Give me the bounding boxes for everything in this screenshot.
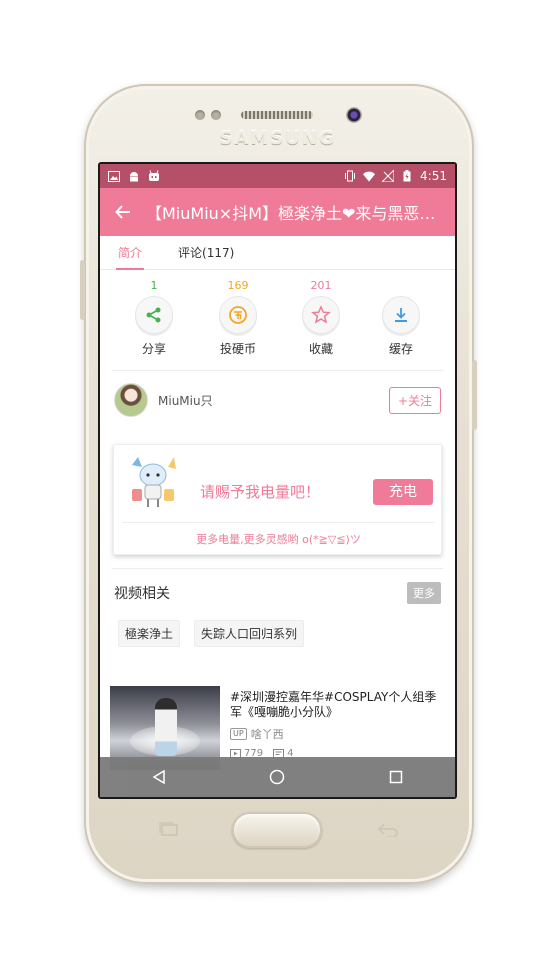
tab-comments[interactable]: 评论(117) <box>160 236 252 270</box>
charge-subtext: 更多电量,更多灵感哟 o(*≧▽≦)ツ <box>196 533 361 546</box>
battery-charging-icon <box>401 170 413 182</box>
coin-button[interactable]: 169 投硬币 <box>208 278 268 357</box>
back-arrow-icon <box>115 205 130 219</box>
share-count: 1 <box>150 279 158 292</box>
related-title: 视频相关 <box>114 586 170 602</box>
divider <box>112 370 443 371</box>
nav-back-button[interactable] <box>139 757 179 797</box>
mascot-icon <box>132 457 176 507</box>
recents-key-icon <box>159 822 178 836</box>
phone-screen: 4:51 【MiuMiu×抖M】極楽浄土❤来与黑恶势力跳舞吧 简介 评论(117… <box>98 162 457 799</box>
image-notification-icon <box>108 170 120 182</box>
follow-button[interactable]: +关注 <box>388 386 441 414</box>
coin-icon <box>229 306 247 324</box>
back-key-icon <box>377 823 398 837</box>
coin-count: 169 <box>227 279 249 292</box>
favorite-button[interactable]: 201 收藏 <box>291 278 351 357</box>
bilibili-notification-icon <box>148 170 160 182</box>
wifi-icon <box>363 170 376 182</box>
tab-intro[interactable]: 简介 <box>100 236 160 270</box>
status-time: 4:51 <box>420 169 447 183</box>
app-screen: 4:51 【MiuMiu×抖M】極楽浄土❤来与黑恶势力跳舞吧 简介 评论(117… <box>100 164 455 797</box>
volume-key <box>80 260 85 320</box>
tag-item[interactable]: 極楽浄土 <box>118 620 181 647</box>
sensor-dot <box>195 110 205 120</box>
download-count <box>371 278 431 294</box>
triangle-back-icon <box>152 770 165 784</box>
tab-bar: 简介 评论(117) <box>100 236 455 270</box>
favorite-label: 收藏 <box>308 342 333 356</box>
back-key[interactable] <box>376 820 402 838</box>
favorite-count: 201 <box>310 279 332 292</box>
more-button[interactable]: 更多 <box>407 582 441 604</box>
uploader-row: MiuMiu只 +关注 <box>100 378 455 422</box>
share-button[interactable]: 1 分享 <box>124 278 184 357</box>
video-title[interactable]: #深圳漫控嘉年华#COSPLAY个人组季军《嘎嘣脆小分队》 <box>230 690 448 720</box>
power-key <box>472 360 477 430</box>
no-signal-icon <box>382 170 395 182</box>
app-bar: 【MiuMiu×抖M】極楽浄土❤来与黑恶势力跳舞吧 <box>100 188 455 236</box>
sensor-dot <box>211 110 221 120</box>
charge-prompt: 请赐予我电量吧！ <box>200 483 321 501</box>
back-button[interactable] <box>100 188 146 236</box>
android-notification-icon <box>128 170 140 182</box>
related-header: 视频相关 更多 <box>100 580 455 606</box>
video-uploader-name: 啥丫西 <box>250 728 284 741</box>
video-uploader: UP 啥丫西 <box>230 726 284 742</box>
download-label: 缓存 <box>388 342 413 356</box>
tag-list: 極楽浄土 失踪人口回归系列 <box>118 620 305 647</box>
charge-button[interactable]: 充电 <box>373 479 433 505</box>
vibrate-icon <box>344 170 356 182</box>
share-icon <box>146 307 161 323</box>
divider <box>112 568 443 569</box>
charge-card: 请赐予我电量吧！ 充电 更多电量,更多灵感哟 o(*≧▽≦)ツ <box>113 444 442 555</box>
video-title-header: 【MiuMiu×抖M】極楽浄土❤来与黑恶势力跳舞吧 <box>146 204 451 223</box>
divider <box>122 522 435 523</box>
uploader-name[interactable]: MiuMiu只 <box>158 392 213 409</box>
circle-home-icon <box>270 769 285 785</box>
brand-logo: SAMSUNG <box>219 128 336 149</box>
action-row: 1 分享 169 投硬币 201 收藏 缓存 <box>100 272 455 368</box>
up-badge: UP <box>230 728 247 740</box>
download-icon <box>395 308 407 322</box>
coin-label: 投硬币 <box>219 342 256 356</box>
nav-recents-button[interactable] <box>376 757 416 797</box>
tag-item[interactable]: 失踪人口回归系列 <box>194 620 305 647</box>
uploader-avatar[interactable] <box>114 383 148 417</box>
square-recents-icon <box>389 770 403 784</box>
nav-home-button[interactable] <box>257 757 297 797</box>
home-key[interactable] <box>232 812 322 848</box>
share-label: 分享 <box>141 342 166 356</box>
front-camera <box>346 107 362 123</box>
recent-apps-key[interactable] <box>156 820 182 838</box>
star-icon <box>311 305 331 324</box>
download-button[interactable]: 缓存 <box>371 278 431 357</box>
status-bar: 4:51 <box>100 164 455 188</box>
navigation-bar <box>100 757 455 797</box>
earpiece-speaker <box>241 111 313 119</box>
